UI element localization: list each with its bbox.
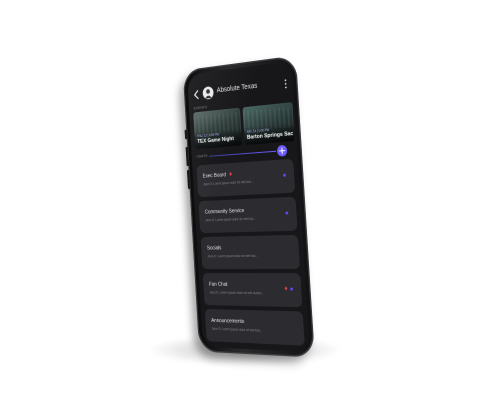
chat-preview: Jane D: Lorem ipsum dolor sit met bus... [203,179,254,187]
chat-item-fan-chat[interactable]: Fan Chat Jane D: Lorem ipsum dolor sit m… [202,272,303,308]
page-title: Absolute Texas [216,82,258,95]
chat-item-socials[interactable]: Socials Jane D: Lorem ipsum dolor sit me… [200,234,300,270]
vertical-ellipsis-icon[interactable] [283,78,287,90]
profile-avatar-icon [204,89,212,99]
mute-switch [184,129,188,140]
chat-preview: Jane D: Lorem ipsum dolor sit met bus... [205,216,256,223]
chats-divider [208,150,277,157]
pin-icon [229,171,233,177]
event-card[interactable]: THU, 12 | 6:00 PM TEX Game Night [193,107,243,150]
chat-item-announcements[interactable]: Announcements Jane D: Lorem ipsum dolor … [204,308,305,346]
chats-section-label: CHATS [196,153,208,159]
phone-device: Absolute Texas EVENTS THU, 12 | 6:00 PM … [182,55,315,358]
unread-indicator [283,173,286,177]
avatar[interactable] [202,85,214,100]
chat-name: Socials [206,245,222,252]
chat-name: Exec Board [202,172,227,180]
chat-preview: Jane D: Lorem ipsum dolor sit met bus... [207,253,258,259]
events-carousel[interactable]: THU, 12 | 6:00 PM TEX Game Night SAT, 14… [193,100,310,150]
add-chat-button[interactable] [276,144,288,157]
chat-name: Announcements [211,317,245,325]
app-header: Absolute Texas [188,75,294,103]
chat-name: Community Service [204,208,245,216]
plus-icon [279,147,286,155]
unread-indicator [290,287,294,291]
unread-indicator [285,211,289,215]
pin-icon [284,286,288,291]
events-section-label: EVENTS [193,105,208,111]
render-stage: Absolute Texas EVENTS THU, 12 | 6:00 PM … [0,0,500,417]
chat-item-community-service[interactable]: Community Service Jane D: Lorem ipsum do… [198,196,298,234]
chat-preview: Jane D: Lorem ipsum dolor sit met busine… [209,290,265,296]
phone-screen: Absolute Texas EVENTS THU, 12 | 6:00 PM … [186,61,310,353]
chat-name: Fan Chat [208,281,228,288]
chat-item-exec-board[interactable]: Exec Board Jane D: Lorem ipsum dolor sit… [196,158,296,198]
event-card[interactable]: SAT, 14 | 1:00 PM Barton Springs Sac [242,102,295,146]
chevron-left-icon[interactable] [193,90,200,100]
chat-preview: Jane D: Lorem ipsum dolor sit met bus... [211,326,263,333]
